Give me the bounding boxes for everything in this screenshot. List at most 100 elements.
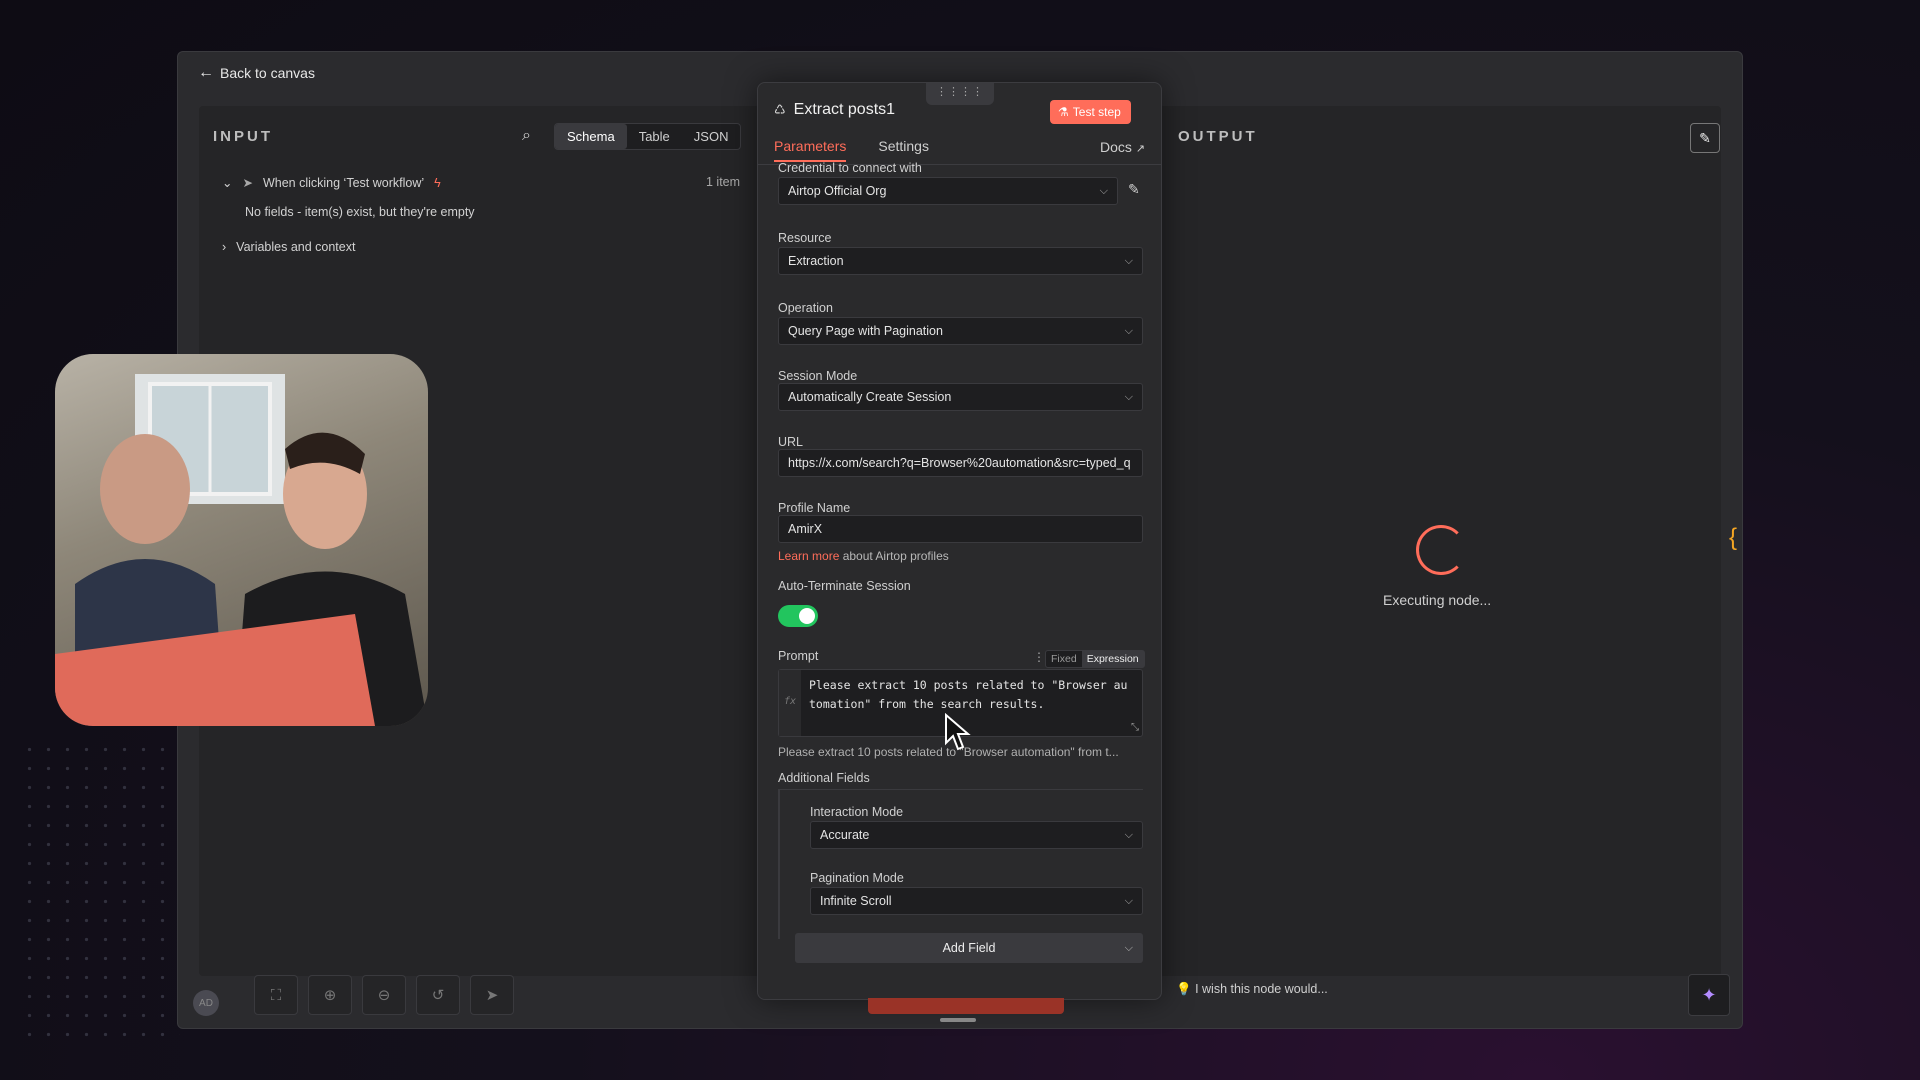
docs-link[interactable]: Docs ↗ (1100, 139, 1145, 155)
loading-spinner (1416, 525, 1466, 575)
profile-name-value: AmirX (788, 522, 823, 536)
auto-terminate-toggle[interactable] (778, 605, 818, 627)
airtop-logo-icon: ♺ (774, 102, 786, 117)
ai-assistant-button[interactable]: ✦ (1688, 974, 1730, 1016)
session-mode-label: Session Mode (778, 369, 858, 383)
prompt-text: Please extract 10 posts related to "Brow… (809, 678, 1128, 711)
operation-select[interactable]: Query Page with Pagination ⌵ (778, 317, 1143, 345)
wish-text: I wish this node would... (1195, 982, 1328, 996)
edit-credential-icon[interactable]: ✎ (1128, 181, 1140, 198)
auto-terminate-label: Auto-Terminate Session (778, 579, 911, 593)
chevron-down-icon: ⌵ (1124, 390, 1133, 403)
chevron-down-icon[interactable]: ⌄ (222, 175, 232, 190)
avatar[interactable]: AD (193, 990, 219, 1016)
chevron-down-icon: ⌵ (1124, 324, 1133, 337)
undo-icon[interactable]: ↺ (416, 975, 460, 1015)
tab-json[interactable]: JSON (682, 124, 741, 149)
chevron-down-icon: ⌵ (1124, 941, 1133, 954)
empty-note: No fields - item(s) exist, but they're e… (245, 205, 475, 219)
url-input[interactable]: https://x.com/search?q=Browser%20automat… (778, 449, 1143, 477)
operation-value: Query Page with Pagination (788, 324, 943, 338)
chevron-right-icon[interactable]: › (222, 240, 226, 254)
docs-label: Docs (1099, 139, 1132, 155)
pagination-mode-select[interactable]: Infinite Scroll ⌵ (810, 887, 1143, 915)
edit-output-button[interactable]: ✎ (1690, 123, 1720, 153)
url-value: https://x.com/search?q=Browser%20automat… (788, 456, 1131, 470)
session-mode-value: Automatically Create Session (788, 390, 952, 404)
add-field-label: Add Field (942, 941, 996, 955)
additional-fields-label: Additional Fields (778, 771, 870, 785)
learn-more-rest: about Airtop profiles (839, 549, 949, 563)
learn-more-link[interactable]: Learn more (778, 549, 839, 563)
profile-name-label: Profile Name (778, 501, 851, 515)
webcam-image (55, 374, 428, 726)
resource-select[interactable]: Extraction ⌵ (778, 247, 1143, 275)
operation-label: Operation (778, 301, 833, 315)
credential-select[interactable]: Airtop Official Org ⌵ (778, 177, 1118, 205)
feedback-prompt[interactable]: 💡 I wish this node would... (1176, 982, 1328, 997)
trigger-row[interactable]: ⌄ ➤ When clicking ‘Test workflow’ ϟ (222, 175, 441, 191)
tab-settings[interactable]: Settings (878, 138, 929, 162)
chevron-down-icon: ⌵ (1099, 184, 1108, 197)
back-to-canvas-button[interactable]: ← Back to canvas (198, 64, 315, 82)
session-mode-select[interactable]: Automatically Create Session ⌵ (778, 383, 1143, 411)
curly-brace-icon[interactable]: { (1729, 524, 1737, 552)
variables-label: Variables and context (236, 240, 356, 254)
expression-option[interactable]: Expression (1081, 651, 1144, 667)
webcam-overlay (55, 354, 428, 726)
cursor-icon: ➤ (242, 176, 253, 190)
fx-icon: fx (779, 670, 801, 736)
variables-row[interactable]: › Variables and context (222, 240, 355, 254)
bolt-icon: ϟ (434, 175, 441, 190)
input-view-tabs: Schema Table JSON (554, 123, 742, 150)
node-title[interactable]: Extract posts1 (794, 101, 895, 119)
node-title-row: ♺ Extract posts1 (774, 101, 895, 119)
pagination-mode-value: Infinite Scroll (820, 894, 892, 908)
input-title: INPUT (213, 128, 273, 145)
tab-schema[interactable]: Schema (555, 124, 627, 149)
prompt-mode-toggle: Fixed Expression (1045, 650, 1145, 668)
profiles-help: Learn more about Airtop profiles (778, 549, 949, 563)
flask-icon: ⚗ (1058, 105, 1069, 119)
mouse-cursor (945, 713, 971, 751)
additional-fields-bar (778, 789, 780, 939)
tab-parameters[interactable]: Parameters (774, 138, 847, 162)
resource-label: Resource (778, 231, 832, 245)
tab-table[interactable]: Table (627, 124, 682, 149)
zoom-out-icon[interactable]: ⊖ (362, 975, 406, 1015)
node-parameters-panel: ⋮⋮⋮⋮ ♺ Extract posts1 ⚗ Test step Parame… (757, 82, 1162, 1000)
zoom-in-icon[interactable]: ⊕ (308, 975, 352, 1015)
test-step-button[interactable]: ⚗ Test step (1050, 100, 1131, 124)
node-tabs: Parameters Settings (774, 138, 929, 162)
prompt-label: Prompt (778, 649, 819, 663)
sparkle-icon: ✦ (1701, 984, 1717, 1005)
add-field-button[interactable]: Add Field ⌵ (795, 933, 1143, 963)
trigger-label: When clicking ‘Test workflow’ (262, 175, 425, 190)
additional-fields-divider (778, 789, 1143, 790)
profile-name-input[interactable]: AmirX (778, 515, 1143, 543)
execute-workflow-button[interactable] (868, 998, 1064, 1014)
search-icon[interactable]: ⌕ (522, 127, 531, 145)
back-label: Back to canvas (220, 65, 315, 81)
drag-handle[interactable]: ⋮⋮⋮⋮ (926, 83, 994, 105)
panel-resize-handle[interactable] (940, 1018, 976, 1022)
output-title: OUTPUT (1178, 128, 1258, 145)
fixed-option[interactable]: Fixed (1046, 651, 1082, 667)
interaction-mode-select[interactable]: Accurate ⌵ (810, 821, 1143, 849)
interaction-mode-value: Accurate (820, 828, 870, 842)
resource-value: Extraction (788, 254, 844, 268)
more-options-icon[interactable]: ⋮ (1033, 650, 1045, 664)
external-link-icon: ↗ (1135, 143, 1145, 155)
credential-label: Credential to connect with (778, 161, 922, 175)
lightbulb-icon: 💡 (1176, 982, 1192, 996)
url-label: URL (778, 435, 804, 449)
chevron-down-icon: ⌵ (1124, 254, 1133, 267)
pointer-icon[interactable]: ➤ (470, 975, 514, 1015)
expand-icon[interactable]: ⤡ (1131, 722, 1139, 733)
pagination-mode-label: Pagination Mode (810, 871, 904, 885)
credential-value: Airtop Official Org (788, 184, 887, 198)
background-dots (20, 740, 180, 1040)
fit-view-icon[interactable]: ⛶ (254, 975, 298, 1015)
pencil-icon: ✎ (1699, 129, 1711, 146)
test-step-label: Test step (1072, 105, 1121, 119)
